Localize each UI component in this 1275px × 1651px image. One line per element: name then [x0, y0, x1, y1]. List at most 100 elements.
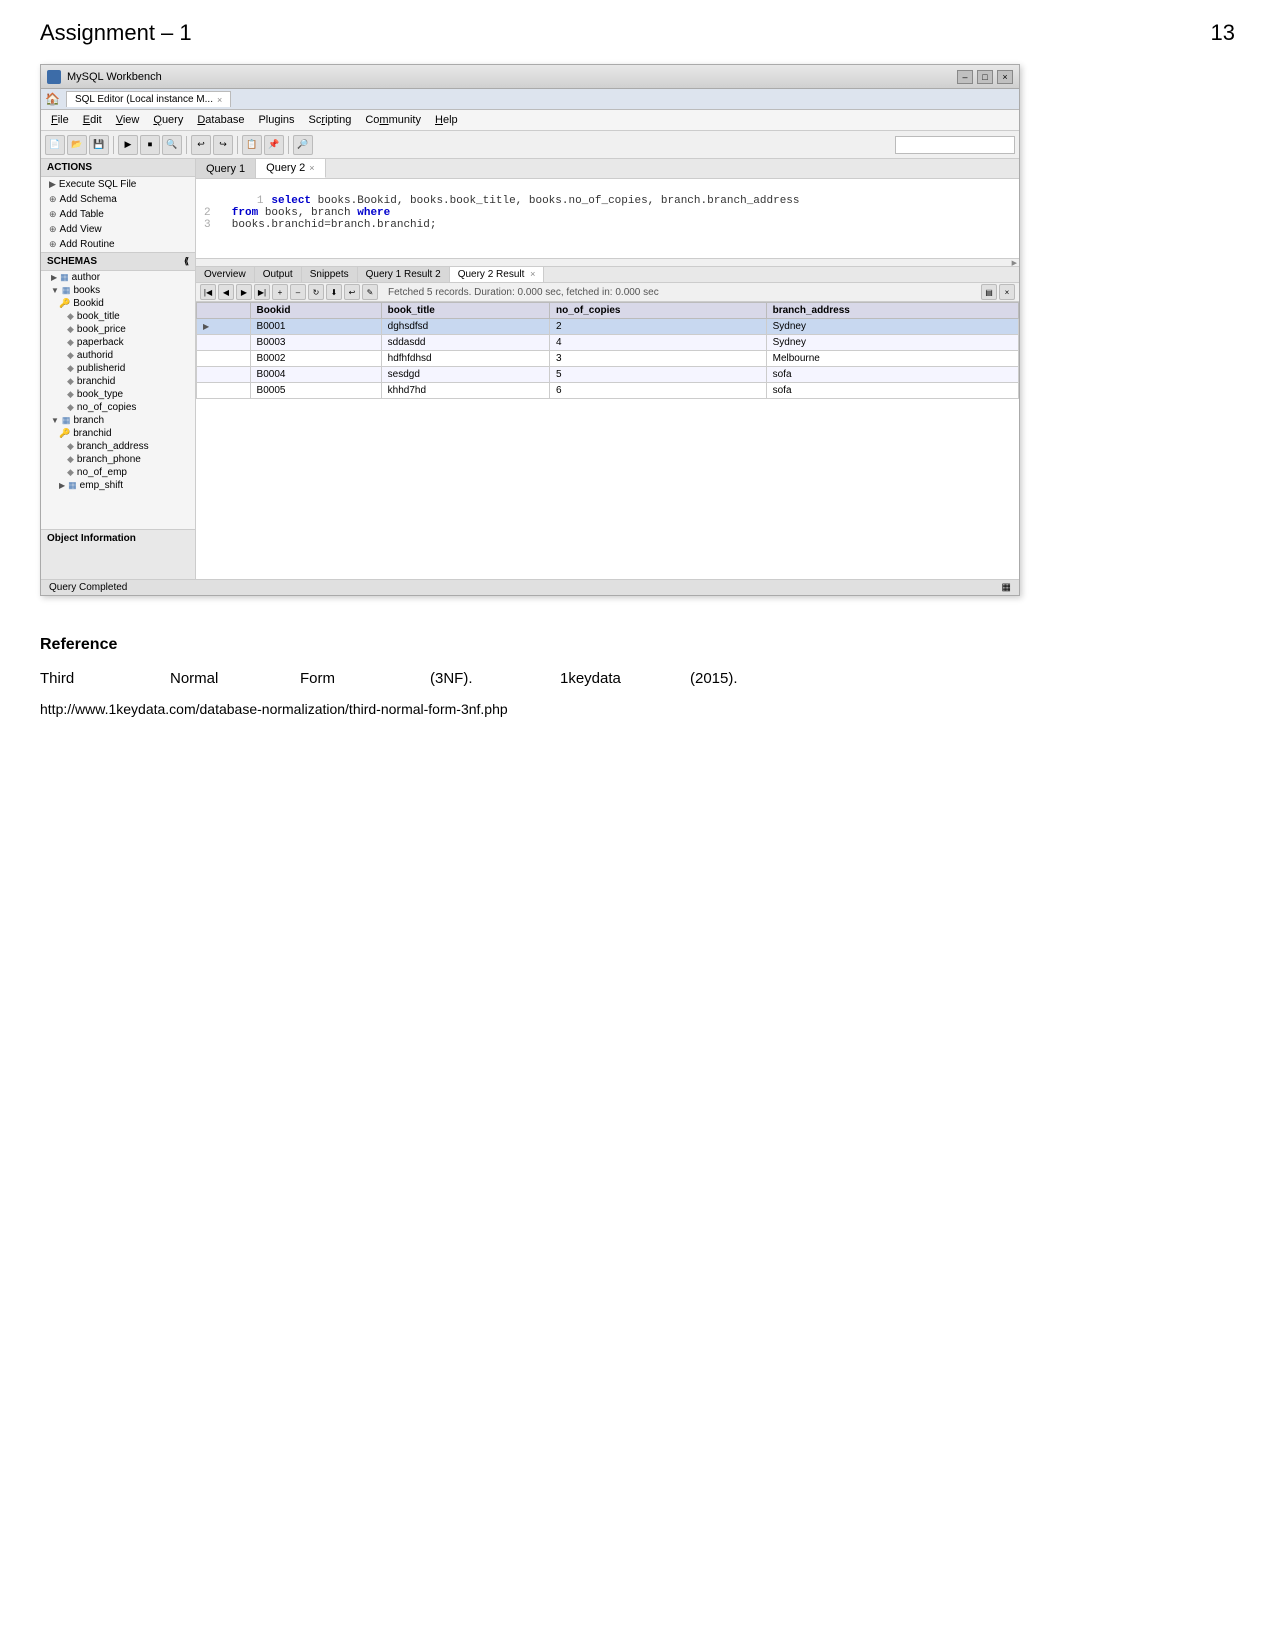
col-header-no-of-copies[interactable]: no_of_copies	[550, 303, 767, 319]
rt-export-btn[interactable]: ⬇	[326, 284, 342, 300]
rt-edit-btn[interactable]: ✎	[362, 284, 378, 300]
result-tab-q1r2[interactable]: Query 1 Result 2	[358, 267, 450, 282]
action-add-table[interactable]: ⊕ Add Table	[41, 207, 195, 222]
menu-query[interactable]: Query	[147, 112, 189, 128]
query-tab-1[interactable]: Query 1	[196, 159, 256, 178]
tree-paperback[interactable]: ◆ paperback	[41, 336, 195, 349]
tree-branchid-books[interactable]: ◆ branchid	[41, 375, 195, 388]
rt-prev-btn[interactable]: ◀	[218, 284, 234, 300]
reference-url[interactable]: http://www.1keydata.com/database-normali…	[40, 701, 1235, 717]
menu-view[interactable]: View	[110, 112, 146, 128]
tree-branchid[interactable]: 🔑 branchid	[41, 427, 195, 440]
sql-editor[interactable]: 1select books.Bookid, books.book_title, …	[196, 179, 1019, 259]
toolbar-execute-btn[interactable]: ▶	[118, 135, 138, 155]
cell-book-title[interactable]: khhd7hd	[381, 383, 549, 399]
result-tab-snippets[interactable]: Snippets	[302, 267, 358, 282]
tree-bookid[interactable]: 🔑 Bookid	[41, 297, 195, 310]
rt-del-btn[interactable]: –	[290, 284, 306, 300]
toolbar-save-btn[interactable]: 💾	[89, 135, 109, 155]
toolbar-explain-btn[interactable]: 🔍	[162, 135, 182, 155]
rt-wrap-btn[interactable]: ↩	[344, 284, 360, 300]
cell-book-title[interactable]: hdfhfdhsd	[381, 351, 549, 367]
cell-no-copies[interactable]: 4	[550, 335, 767, 351]
toolbar-undo-btn[interactable]: ↩	[191, 135, 211, 155]
toolbar-search-input[interactable]	[895, 136, 1015, 154]
action-add-schema[interactable]: ⊕ Add Schema	[41, 192, 195, 207]
tree-author[interactable]: ▶ ▦ author	[41, 271, 195, 284]
tree-book-title[interactable]: ◆ book_title	[41, 310, 195, 323]
toolbar-paste-btn[interactable]: 📌	[264, 135, 284, 155]
table-row[interactable]: B0004 sesdgd 5 sofa	[197, 367, 1019, 383]
action-add-routine[interactable]: ⊕ Add Routine	[41, 237, 195, 252]
col-header-branch-address[interactable]: branch_address	[766, 303, 1018, 319]
tree-books[interactable]: ▼ ▦ books	[41, 284, 195, 297]
cell-book-title[interactable]: dghsdfsd	[381, 319, 549, 335]
tree-no-of-emp[interactable]: ◆ no_of_emp	[41, 466, 195, 479]
cell-book-title[interactable]: sesdgd	[381, 367, 549, 383]
menu-plugins[interactable]: Plugins	[252, 112, 300, 128]
cell-bookid[interactable]: B0004	[250, 367, 381, 383]
toolbar-copy-btn[interactable]: 📋	[242, 135, 262, 155]
close-button[interactable]: ×	[997, 70, 1013, 84]
col-header-book-title[interactable]: book_title	[381, 303, 549, 319]
cell-no-copies[interactable]: 2	[550, 319, 767, 335]
tree-branch-address[interactable]: ◆ branch_address	[41, 440, 195, 453]
rt-last-btn[interactable]: ▶|	[254, 284, 270, 300]
table-row[interactable]: B0005 khhd7hd 6 sofa	[197, 383, 1019, 399]
cell-branch-address[interactable]: sofa	[766, 367, 1018, 383]
result-tab-output[interactable]: Output	[255, 267, 302, 282]
tree-book-type[interactable]: ◆ book_type	[41, 388, 195, 401]
tree-branch-phone[interactable]: ◆ branch_phone	[41, 453, 195, 466]
cell-branch-address[interactable]: sofa	[766, 383, 1018, 399]
table-row[interactable]: B0002 hdfhfdhsd 3 Melbourne	[197, 351, 1019, 367]
schemas-expand-icon[interactable]: ⟪	[184, 256, 189, 267]
cell-bookid[interactable]: B0002	[250, 351, 381, 367]
result-tab-overview[interactable]: Overview	[196, 267, 255, 282]
tree-emp-shift[interactable]: ▶ ▦ emp_shift	[41, 479, 195, 492]
menu-edit[interactable]: Edit	[77, 112, 108, 128]
cell-bookid[interactable]: B0005	[250, 383, 381, 399]
minimize-button[interactable]: –	[957, 70, 973, 84]
rt-layout-btn[interactable]: ▤	[981, 284, 997, 300]
query-tab-2-close-icon[interactable]: ×	[309, 163, 314, 173]
editor-scrollbar[interactable]: ▶	[196, 259, 1019, 267]
rt-refresh-btn[interactable]: ↻	[308, 284, 324, 300]
toolbar-open-btn[interactable]: 📂	[67, 135, 87, 155]
menu-file[interactable]: File	[45, 112, 75, 128]
sql-tab-close-icon[interactable]: ×	[217, 95, 222, 105]
menu-scripting[interactable]: Scripting	[303, 112, 358, 128]
col-header-bookid[interactable]: Bookid	[250, 303, 381, 319]
titlebar-controls[interactable]: – □ ×	[957, 70, 1013, 84]
rt-add-btn[interactable]: +	[272, 284, 288, 300]
rt-first-btn[interactable]: |◀	[200, 284, 216, 300]
result-tab-q2r[interactable]: Query 2 Result ×	[450, 267, 545, 282]
tree-no-of-copies[interactable]: ◆ no_of_copies	[41, 401, 195, 414]
cell-no-copies[interactable]: 5	[550, 367, 767, 383]
tree-publisherid[interactable]: ◆ publisherid	[41, 362, 195, 375]
action-execute-sql[interactable]: ▶ Execute SQL File	[41, 177, 195, 192]
cell-book-title[interactable]: sddasdd	[381, 335, 549, 351]
result-tab-q2r-close-icon[interactable]: ×	[530, 269, 535, 279]
cell-no-copies[interactable]: 3	[550, 351, 767, 367]
cell-bookid[interactable]: B0003	[250, 335, 381, 351]
menu-database[interactable]: Database	[191, 112, 250, 128]
cell-branch-address[interactable]: Sydney	[766, 335, 1018, 351]
maximize-button[interactable]: □	[977, 70, 993, 84]
home-icon[interactable]: 🏠	[45, 92, 60, 106]
cell-branch-address[interactable]: Melbourne	[766, 351, 1018, 367]
menu-help[interactable]: Help	[429, 112, 464, 128]
tree-book-price[interactable]: ◆ book_price	[41, 323, 195, 336]
toolbar-new-btn[interactable]: 📄	[45, 135, 65, 155]
table-row[interactable]: ▶ B0001 dghsdfsd 2 Sydney	[197, 319, 1019, 335]
table-row[interactable]: B0003 sddasdd 4 Sydney	[197, 335, 1019, 351]
cell-bookid[interactable]: B0001	[250, 319, 381, 335]
toolbar-search-btn[interactable]: 🔎	[293, 135, 313, 155]
rt-close-btn[interactable]: ×	[999, 284, 1015, 300]
tree-authorid[interactable]: ◆ authorid	[41, 349, 195, 362]
tree-branch[interactable]: ▼ ▦ branch	[41, 414, 195, 427]
query-tab-2[interactable]: Query 2 ×	[256, 159, 325, 178]
cell-branch-address[interactable]: Sydney	[766, 319, 1018, 335]
rt-next-btn[interactable]: ▶	[236, 284, 252, 300]
toolbar-redo-btn[interactable]: ↪	[213, 135, 233, 155]
cell-no-copies[interactable]: 6	[550, 383, 767, 399]
